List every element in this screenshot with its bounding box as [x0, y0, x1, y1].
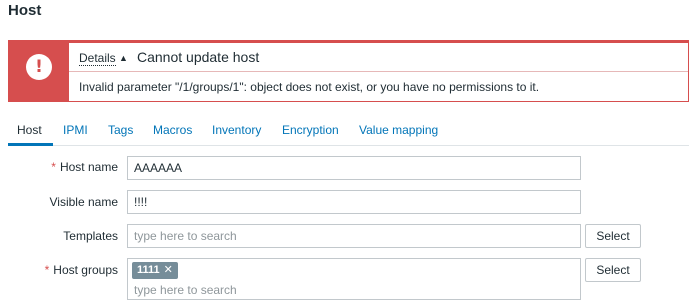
host-groups-select-button[interactable]: Select: [585, 258, 641, 282]
host-groups-search-input[interactable]: type here to search: [134, 283, 237, 297]
tab-value-mapping[interactable]: Value mapping: [359, 123, 438, 137]
tab-tags[interactable]: Tags: [108, 123, 133, 137]
error-top-border: [69, 40, 688, 43]
visible-name-input[interactable]: !!!!: [127, 190, 581, 214]
error-icon-column: !: [9, 41, 69, 101]
host-groups-label-text: Host groups: [53, 263, 118, 277]
error-title: Cannot update host: [137, 49, 260, 65]
page-title: Host: [8, 2, 42, 19]
arrow-up-icon[interactable]: ▲: [119, 53, 128, 63]
tab-encryption[interactable]: Encryption: [282, 123, 339, 137]
templates-select-button[interactable]: Select: [585, 224, 641, 248]
required-mark: *: [44, 263, 50, 277]
host-group-chip: 1111 ✕: [132, 262, 178, 279]
exclamation-icon: !: [26, 54, 52, 80]
tab-inventory[interactable]: Inventory: [212, 123, 261, 137]
required-mark: *: [51, 160, 56, 174]
host-groups-multiselect[interactable]: 1111 ✕ type here to search: [127, 258, 581, 300]
message-divider: [69, 71, 688, 72]
details-toggle-link[interactable]: Details: [79, 51, 116, 66]
tab-host[interactable]: Host: [17, 123, 42, 137]
host-groups-label: * Host groups: [8, 263, 118, 277]
error-detail-text: Invalid parameter "/1/groups/1": object …: [79, 80, 540, 94]
visible-name-label: Visible name: [49, 195, 118, 209]
host-name-input[interactable]: AAAAAA: [127, 156, 581, 180]
tab-macros[interactable]: Macros: [153, 123, 192, 137]
host-name-label: * Host name: [8, 160, 118, 174]
templates-search-input[interactable]: type here to search: [127, 224, 581, 248]
error-message-box: ! Details ▲ Cannot update host Invalid p…: [8, 40, 689, 102]
tab-bar: Host IPMI Tags Macros Inventory Encrypti…: [8, 116, 689, 146]
active-tab-indicator: [8, 143, 53, 146]
host-name-label-text: Host name: [59, 160, 118, 174]
templates-label: Templates: [63, 229, 118, 243]
host-group-chip-label: 1111: [137, 264, 160, 276]
tab-ipmi[interactable]: IPMI: [63, 123, 88, 137]
remove-chip-icon[interactable]: ✕: [164, 264, 173, 276]
